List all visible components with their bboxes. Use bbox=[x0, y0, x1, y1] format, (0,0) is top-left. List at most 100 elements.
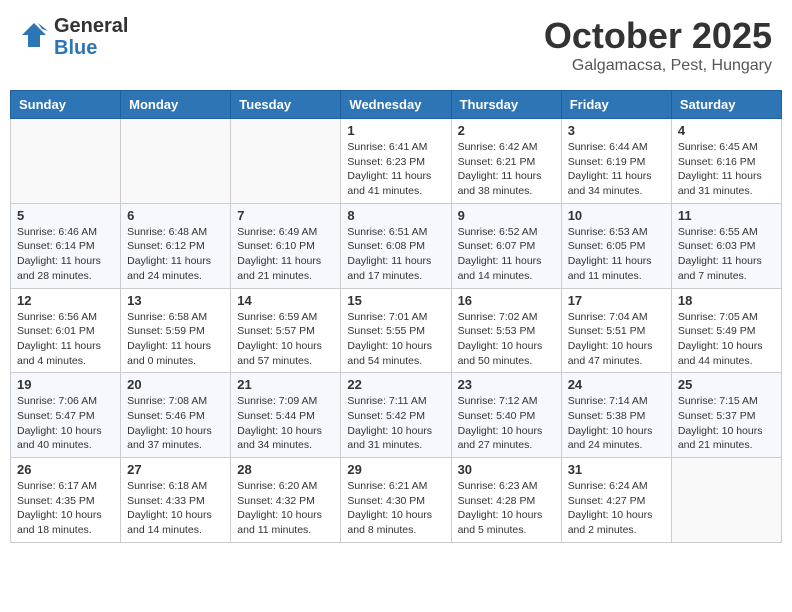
day-cell: 7 Sunrise: 6:49 AMSunset: 6:10 PMDaylight… bbox=[231, 203, 341, 288]
week-row-1: 1 Sunrise: 6:41 AMSunset: 6:23 PMDaylight… bbox=[11, 119, 782, 204]
day-info: Sunrise: 6:18 AMSunset: 4:33 PMDaylight:… bbox=[127, 479, 224, 538]
logo-blue: Blue bbox=[54, 37, 97, 59]
day-cell: 23 Sunrise: 7:12 AMSunset: 5:40 PMDayligh… bbox=[451, 373, 561, 458]
day-cell: 30 Sunrise: 6:23 AMSunset: 4:28 PMDayligh… bbox=[451, 458, 561, 543]
day-number: 1 bbox=[347, 123, 444, 138]
day-info: Sunrise: 7:02 AMSunset: 5:53 PMDaylight:… bbox=[458, 310, 555, 369]
weekday-header-friday: Friday bbox=[561, 91, 671, 119]
logo-icon bbox=[20, 21, 48, 54]
day-info: Sunrise: 6:56 AMSunset: 6:01 PMDaylight:… bbox=[17, 310, 114, 369]
day-number: 8 bbox=[347, 208, 444, 223]
week-row-2: 5 Sunrise: 6:46 AMSunset: 6:14 PMDaylight… bbox=[11, 203, 782, 288]
day-info: Sunrise: 6:21 AMSunset: 4:30 PMDaylight:… bbox=[347, 479, 444, 538]
day-cell: 15 Sunrise: 7:01 AMSunset: 5:55 PMDayligh… bbox=[341, 288, 451, 373]
day-info: Sunrise: 6:42 AMSunset: 6:21 PMDaylight:… bbox=[458, 140, 555, 199]
day-number: 23 bbox=[458, 377, 555, 392]
logo: General Blue bbox=[20, 15, 128, 59]
weekday-header-thursday: Thursday bbox=[451, 91, 561, 119]
day-cell: 29 Sunrise: 6:21 AMSunset: 4:30 PMDayligh… bbox=[341, 458, 451, 543]
day-number: 17 bbox=[568, 293, 665, 308]
day-info: Sunrise: 7:11 AMSunset: 5:42 PMDaylight:… bbox=[347, 394, 444, 453]
day-number: 25 bbox=[678, 377, 775, 392]
day-info: Sunrise: 6:55 AMSunset: 6:03 PMDaylight:… bbox=[678, 225, 775, 284]
week-row-5: 26Sunrise: 6:17 AMSunset: 4:35 PMDayligh… bbox=[11, 458, 782, 543]
day-number: 29 bbox=[347, 462, 444, 477]
day-info: Sunrise: 6:24 AMSunset: 4:27 PMDaylight:… bbox=[568, 479, 665, 538]
calendar: SundayMondayTuesdayWednesdayThursdayFrid… bbox=[10, 90, 782, 543]
day-number: 19 bbox=[17, 377, 114, 392]
day-info: Sunrise: 7:12 AMSunset: 5:40 PMDaylight:… bbox=[458, 394, 555, 453]
day-info: Sunrise: 6:20 AMSunset: 4:32 PMDaylight:… bbox=[237, 479, 334, 538]
day-number: 3 bbox=[568, 123, 665, 138]
day-cell: 1 Sunrise: 6:41 AMSunset: 6:23 PMDaylight… bbox=[341, 119, 451, 204]
day-cell: 13 Sunrise: 6:58 AMSunset: 5:59 PMDayligh… bbox=[121, 288, 231, 373]
day-cell: 8 Sunrise: 6:51 AMSunset: 6:08 PMDaylight… bbox=[341, 203, 451, 288]
weekday-header-wednesday: Wednesday bbox=[341, 91, 451, 119]
weekday-header-sunday: Sunday bbox=[11, 91, 121, 119]
location: Galgamacsa, Pest, Hungary bbox=[544, 57, 772, 75]
day-number: 30 bbox=[458, 462, 555, 477]
day-info: Sunrise: 6:23 AMSunset: 4:28 PMDaylight:… bbox=[458, 479, 555, 538]
day-cell: 3Sunrise: 6:44 AMSunset: 6:19 PMDaylight… bbox=[561, 119, 671, 204]
day-info: Sunrise: 7:09 AMSunset: 5:44 PMDaylight:… bbox=[237, 394, 334, 453]
day-number: 13 bbox=[127, 293, 224, 308]
day-info: Sunrise: 6:58 AMSunset: 5:59 PMDaylight:… bbox=[127, 310, 224, 369]
day-cell: 19 Sunrise: 7:06 AMSunset: 5:47 PMDayligh… bbox=[11, 373, 121, 458]
day-number: 24 bbox=[568, 377, 665, 392]
day-number: 20 bbox=[127, 377, 224, 392]
day-cell: 14Sunrise: 6:59 AMSunset: 5:57 PMDayligh… bbox=[231, 288, 341, 373]
day-cell: 25 Sunrise: 7:15 AMSunset: 5:37 PMDayligh… bbox=[671, 373, 781, 458]
day-cell: 18 Sunrise: 7:05 AMSunset: 5:49 PMDayligh… bbox=[671, 288, 781, 373]
day-info: Sunrise: 6:48 AMSunset: 6:12 PMDaylight:… bbox=[127, 225, 224, 284]
day-number: 7 bbox=[237, 208, 334, 223]
day-number: 5 bbox=[17, 208, 114, 223]
weekday-header-monday: Monday bbox=[121, 91, 231, 119]
day-number: 2 bbox=[458, 123, 555, 138]
weekday-header-row: SundayMondayTuesdayWednesdayThursdayFrid… bbox=[11, 91, 782, 119]
weekday-header-tuesday: Tuesday bbox=[231, 91, 341, 119]
day-cell: 10Sunrise: 6:53 AMSunset: 6:05 PMDayligh… bbox=[561, 203, 671, 288]
day-number: 21 bbox=[237, 377, 334, 392]
day-cell bbox=[671, 458, 781, 543]
day-info: Sunrise: 6:51 AMSunset: 6:08 PMDaylight:… bbox=[347, 225, 444, 284]
day-cell: 22Sunrise: 7:11 AMSunset: 5:42 PMDayligh… bbox=[341, 373, 451, 458]
day-cell: 11 Sunrise: 6:55 AMSunset: 6:03 PMDayligh… bbox=[671, 203, 781, 288]
day-info: Sunrise: 6:45 AMSunset: 6:16 PMDaylight:… bbox=[678, 140, 775, 199]
day-info: Sunrise: 6:49 AMSunset: 6:10 PMDaylight:… bbox=[237, 225, 334, 284]
day-info: Sunrise: 7:15 AMSunset: 5:37 PMDaylight:… bbox=[678, 394, 775, 453]
day-cell: 17 Sunrise: 7:04 AMSunset: 5:51 PMDayligh… bbox=[561, 288, 671, 373]
day-number: 27 bbox=[127, 462, 224, 477]
day-info: Sunrise: 6:59 AMSunset: 5:57 PMDaylight:… bbox=[237, 310, 334, 369]
day-number: 18 bbox=[678, 293, 775, 308]
day-number: 12 bbox=[17, 293, 114, 308]
day-cell: 26Sunrise: 6:17 AMSunset: 4:35 PMDayligh… bbox=[11, 458, 121, 543]
week-row-4: 19 Sunrise: 7:06 AMSunset: 5:47 PMDayligh… bbox=[11, 373, 782, 458]
day-cell: 9Sunrise: 6:52 AMSunset: 6:07 PMDaylight… bbox=[451, 203, 561, 288]
day-cell: 24 Sunrise: 7:14 AMSunset: 5:38 PMDayligh… bbox=[561, 373, 671, 458]
day-cell: 21 Sunrise: 7:09 AMSunset: 5:44 PMDayligh… bbox=[231, 373, 341, 458]
day-number: 9 bbox=[458, 208, 555, 223]
day-cell: 6 Sunrise: 6:48 AMSunset: 6:12 PMDaylight… bbox=[121, 203, 231, 288]
day-info: Sunrise: 7:05 AMSunset: 5:49 PMDaylight:… bbox=[678, 310, 775, 369]
day-cell bbox=[11, 119, 121, 204]
day-info: Sunrise: 7:14 AMSunset: 5:38 PMDaylight:… bbox=[568, 394, 665, 453]
day-cell bbox=[231, 119, 341, 204]
day-info: Sunrise: 7:06 AMSunset: 5:47 PMDaylight:… bbox=[17, 394, 114, 453]
day-number: 15 bbox=[347, 293, 444, 308]
day-number: 16 bbox=[458, 293, 555, 308]
day-info: Sunrise: 7:08 AMSunset: 5:46 PMDaylight:… bbox=[127, 394, 224, 453]
week-row-3: 12 Sunrise: 6:56 AMSunset: 6:01 PMDayligh… bbox=[11, 288, 782, 373]
day-number: 11 bbox=[678, 208, 775, 223]
day-cell: 5 Sunrise: 6:46 AMSunset: 6:14 PMDaylight… bbox=[11, 203, 121, 288]
day-cell: 12 Sunrise: 6:56 AMSunset: 6:01 PMDayligh… bbox=[11, 288, 121, 373]
weekday-header-saturday: Saturday bbox=[671, 91, 781, 119]
day-info: Sunrise: 6:17 AMSunset: 4:35 PMDaylight:… bbox=[17, 479, 114, 538]
title-block: October 2025 Galgamacsa, Pest, Hungary bbox=[544, 15, 772, 75]
day-info: Sunrise: 6:41 AMSunset: 6:23 PMDaylight:… bbox=[347, 140, 444, 199]
month-title: October 2025 bbox=[544, 15, 772, 57]
day-number: 6 bbox=[127, 208, 224, 223]
day-info: Sunrise: 6:46 AMSunset: 6:14 PMDaylight:… bbox=[17, 225, 114, 284]
day-info: Sunrise: 7:01 AMSunset: 5:55 PMDaylight:… bbox=[347, 310, 444, 369]
day-info: Sunrise: 7:04 AMSunset: 5:51 PMDaylight:… bbox=[568, 310, 665, 369]
day-cell: 31Sunrise: 6:24 AMSunset: 4:27 PMDayligh… bbox=[561, 458, 671, 543]
